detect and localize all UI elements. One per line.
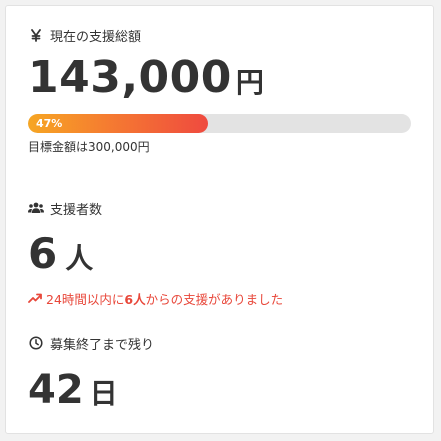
days-left: 42 [28, 367, 84, 413]
progress-bar: 47% [28, 114, 411, 133]
time-left-label: 募集終了まで残り [50, 337, 155, 353]
total-support-amount-row: 143,000 円 [28, 56, 411, 100]
total-support-label-row: 現在の支援総額 [28, 26, 411, 45]
progress-percent: 47% [36, 117, 63, 130]
supporters-unit: 人 [65, 242, 94, 275]
time-left-days-row: 42 日 [28, 370, 411, 410]
total-support-unit: 円 [235, 66, 264, 99]
days-unit: 日 [89, 377, 118, 410]
supporters-label-row: 支援者数 [28, 199, 411, 218]
time-left-section: 募集終了まで残り 42 日 [28, 334, 411, 410]
recent-supporters-notice: 24時間以内に 6人 からの支援がありました [28, 289, 411, 308]
time-left-label-row: 募集終了まで残り [28, 334, 411, 353]
goal-amount-text: 目標金額は300,000円 [28, 140, 150, 154]
yen-icon [28, 27, 44, 43]
supporters-count-row: 6 人 [28, 233, 411, 275]
total-support-section: 現在の支援総額 143,000 円 47% 目標金額は300,000円 [28, 26, 411, 155]
total-support-label: 現在の支援総額 [50, 29, 142, 45]
project-stats-card: 現在の支援総額 143,000 円 47% 目標金額は300,000円 支援者数… [5, 5, 434, 434]
users-icon [28, 200, 44, 216]
recent-count: 6人 [124, 292, 146, 307]
supporters-count: 6 [28, 229, 58, 278]
supporters-label: 支援者数 [50, 202, 103, 218]
recent-prefix: 24時間以内に [46, 292, 125, 307]
total-support-amount: 143,000 [28, 52, 232, 103]
trending-up-icon [28, 293, 42, 305]
recent-suffix: からの支援がありました [145, 292, 284, 307]
supporters-section: 支援者数 6 人 24時間以内に 6人 からの支援がありました [28, 199, 411, 308]
clock-icon [28, 335, 44, 351]
